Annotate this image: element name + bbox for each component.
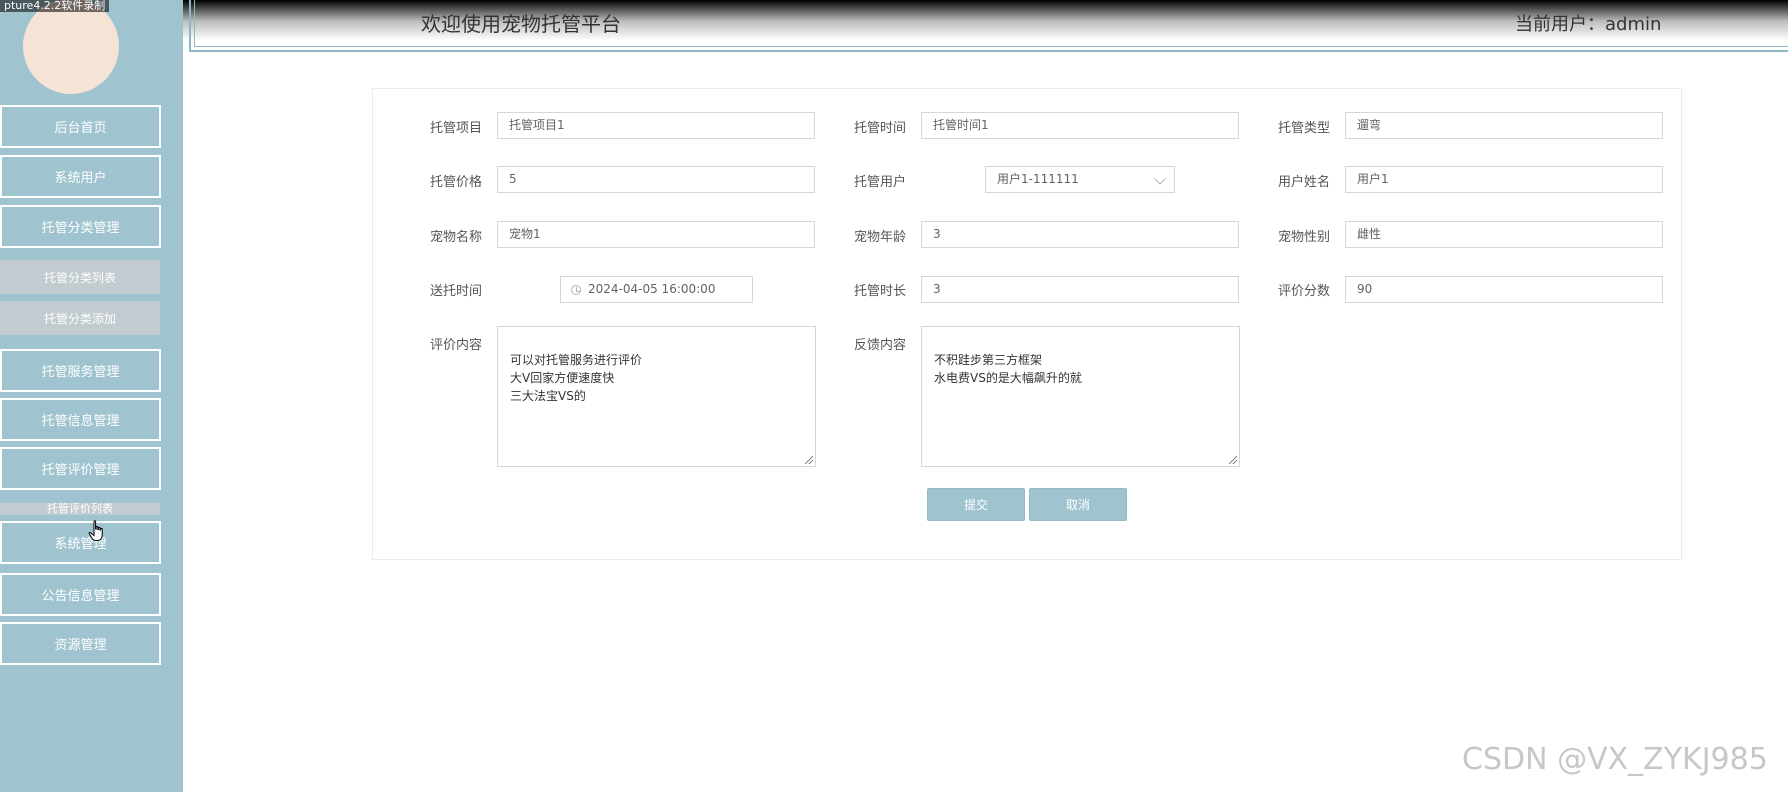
sidebar: 后台首页 系统用户 托管分类管理 托管分类列表 托管分类添加 托管服务管理 托管…: [0, 0, 183, 792]
label-score: 评价分数: [1278, 284, 1331, 299]
clock-icon: [571, 285, 581, 295]
sidebar-item-info-management[interactable]: 托管信息管理: [0, 398, 161, 441]
review-text: 可以对托管服务进行评价 大V回家方便速度快 三大法宝VS的: [510, 353, 643, 403]
sidebar-item-label: 资源管理: [54, 638, 107, 653]
feedback-textarea[interactable]: 不积跬步第三方框架 水电费VS的是大幅飙升的就: [921, 326, 1240, 467]
resize-grip-icon[interactable]: [805, 456, 813, 464]
time-input[interactable]: 托管时间1: [921, 112, 1239, 139]
label-time: 托管时间: [854, 121, 907, 136]
submit-button[interactable]: 提交: [927, 488, 1025, 521]
item-input[interactable]: 托管项目1: [497, 112, 815, 139]
page-title: 欢迎使用宠物托管平台: [421, 12, 621, 36]
sidebar-item-label: 系统用户: [54, 171, 107, 186]
feedback-text: 不积跬步第三方框架 水电费VS的是大幅飙升的就: [934, 353, 1082, 385]
form-panel: 托管项目 托管项目1 托管时间 托管时间1 托管类型 遛弯 托管价格 5 托管用…: [372, 88, 1682, 560]
sidebar-subitem-category-add[interactable]: 托管分类添加: [0, 301, 160, 335]
sidebar-item-service-management[interactable]: 托管服务管理: [0, 349, 161, 392]
label-pet-name: 宠物名称: [430, 230, 483, 245]
sidebar-subitem-review-list[interactable]: 托管评价列表: [0, 503, 160, 515]
sidebar-subitem-label: 托管评价列表: [47, 503, 113, 515]
cancel-button[interactable]: 取消: [1029, 488, 1127, 521]
label-send-time: 送托时间: [430, 284, 483, 299]
sidebar-item-label: 托管信息管理: [41, 414, 120, 429]
user-select-value: 用户1-111111: [997, 172, 1079, 186]
label-type: 托管类型: [1278, 121, 1331, 136]
sidebar-item-resource-management[interactable]: 资源管理: [0, 622, 161, 665]
sidebar-item-dashboard[interactable]: 后台首页: [0, 105, 161, 148]
label-pet-age: 宠物年龄: [854, 230, 907, 245]
chevron-down-icon: [1154, 173, 1166, 185]
sidebar-subitem-label: 托管分类添加: [43, 311, 116, 326]
label-review: 评价内容: [430, 338, 483, 353]
csdn-watermark: CSDN @VX_ZYKJ985: [1462, 742, 1768, 777]
pet-name-input[interactable]: 宠物1: [497, 221, 815, 248]
send-time-value: 2024-04-05 16:00:00: [588, 282, 716, 296]
duration-input[interactable]: 3: [921, 276, 1239, 303]
resize-grip-icon[interactable]: [1229, 456, 1237, 464]
label-user-name: 用户姓名: [1278, 175, 1331, 190]
sidebar-item-system-management[interactable]: 系统管理: [0, 521, 161, 564]
label-price: 托管价格: [430, 175, 483, 190]
user-select[interactable]: 用户1-111111: [985, 166, 1175, 193]
sidebar-item-category-management[interactable]: 托管分类管理: [0, 205, 161, 248]
sidebar-item-label: 公告信息管理: [41, 589, 120, 604]
type-input[interactable]: 遛弯: [1345, 112, 1663, 139]
hand-cursor-icon: [88, 520, 103, 541]
review-textarea[interactable]: 可以对托管服务进行评价 大V回家方便速度快 三大法宝VS的: [497, 326, 816, 467]
current-user: 当前用户：admin: [1515, 14, 1662, 35]
sidebar-item-label: 后台首页: [54, 121, 107, 136]
label-pet-sex: 宠物性别: [1278, 230, 1331, 245]
pet-sex-input[interactable]: 雌性: [1345, 221, 1663, 248]
sidebar-subitem-label: 托管分类列表: [43, 270, 116, 285]
send-time-picker[interactable]: 2024-04-05 16:00:00: [560, 276, 753, 303]
score-input[interactable]: 90: [1345, 276, 1663, 303]
label-feedback: 反馈内容: [854, 338, 907, 353]
top-header: 欢迎使用宠物托管平台 当前用户：admin: [183, 0, 1788, 56]
sidebar-item-review-management[interactable]: 托管评价管理: [0, 447, 161, 490]
sidebar-item-label: 托管评价管理: [41, 463, 120, 478]
pet-age-input[interactable]: 3: [921, 221, 1239, 248]
sidebar-item-notice-management[interactable]: 公告信息管理: [0, 573, 161, 616]
sidebar-item-label: 托管分类管理: [41, 221, 120, 236]
sidebar-item-label: 托管服务管理: [41, 365, 120, 380]
avatar[interactable]: [23, 0, 119, 94]
sidebar-item-system-users[interactable]: 系统用户: [0, 155, 161, 198]
price-input[interactable]: 5: [497, 166, 815, 193]
user-name-input[interactable]: 用户1: [1345, 166, 1663, 193]
label-duration: 托管时长: [854, 284, 907, 299]
label-user: 托管用户: [854, 175, 907, 190]
sidebar-subitem-category-list[interactable]: 托管分类列表: [0, 260, 160, 294]
label-item: 托管项目: [430, 121, 483, 136]
recorder-watermark: pture4.2.2软件录制: [0, 0, 110, 12]
